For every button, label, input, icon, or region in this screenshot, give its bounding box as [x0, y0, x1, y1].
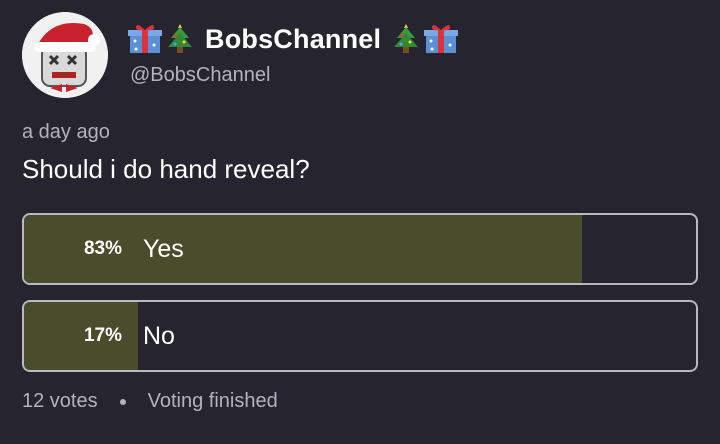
poll-footer: 12 votes Voting finished [22, 390, 278, 413]
gift-icon [128, 24, 162, 53]
avatar[interactable] [22, 12, 108, 98]
name-decoration-right [391, 23, 459, 55]
gift-icon [424, 24, 459, 53]
channel-name-row: BobsChannel [128, 22, 459, 56]
poll-option-no[interactable]: 17% No [22, 300, 698, 372]
christmas-tree-icon [168, 24, 192, 53]
separator-dot [119, 398, 126, 405]
poll-option-label: No [143, 321, 175, 350]
poll-option-yes[interactable]: 83% Yes [22, 213, 698, 285]
post-header: BobsChannel @BobsChannel [22, 12, 702, 102]
channel-name[interactable]: BobsChannel [205, 24, 381, 55]
poll-option-label: Yes [143, 234, 184, 263]
vote-count: 12 votes [22, 390, 98, 412]
avatar-image [22, 12, 108, 98]
name-decoration-left [128, 23, 195, 55]
poll-status: Voting finished [147, 390, 278, 412]
channel-handle[interactable]: @BobsChannel [130, 64, 270, 87]
poll-question: Should i do hand reveal? [22, 154, 310, 184]
christmas-tree-icon [394, 24, 419, 53]
poll-option-percent: 17% [83, 325, 122, 346]
post-timestamp: a day ago [22, 121, 110, 143]
poll-option-percent: 83% [83, 238, 122, 259]
